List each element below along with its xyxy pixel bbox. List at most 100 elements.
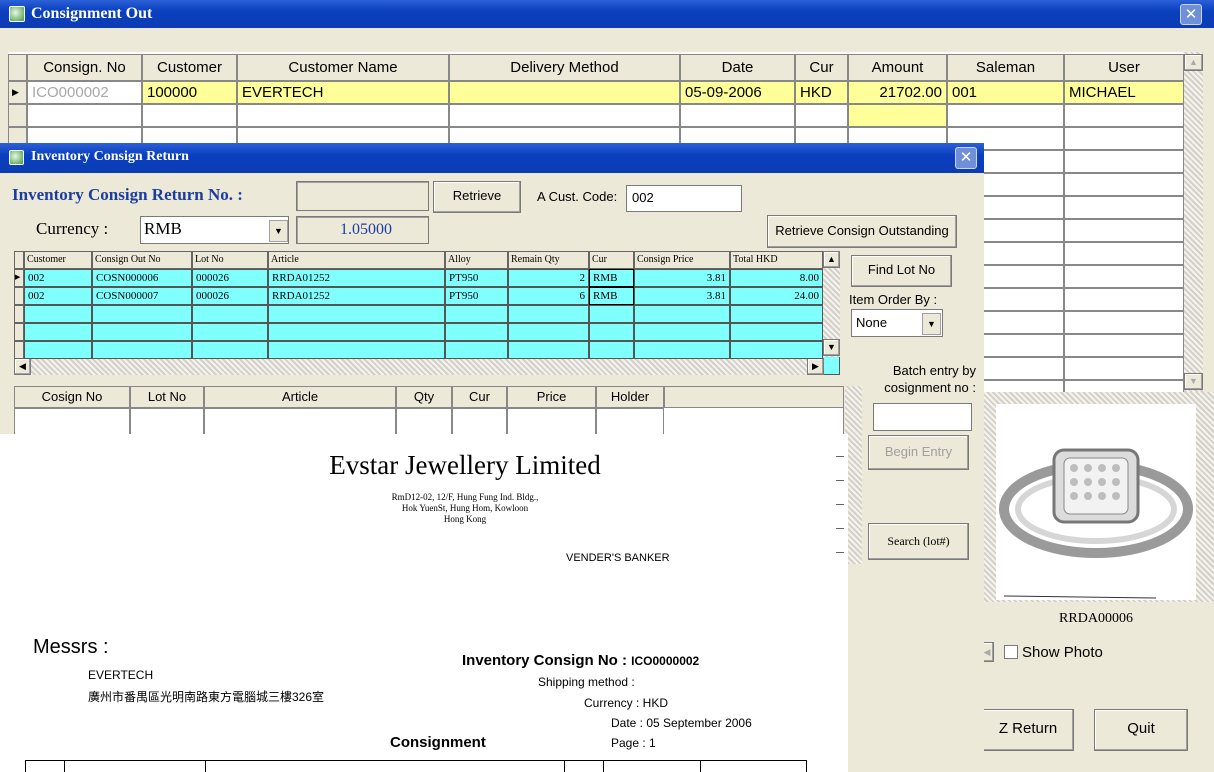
table-cell[interactable]	[449, 104, 680, 127]
grid-scroll-down-button[interactable]: ▼	[823, 339, 840, 356]
table-cell[interactable]	[1064, 196, 1184, 219]
column-header[interactable]: Qty	[396, 386, 452, 408]
table-cell[interactable]	[92, 341, 192, 359]
table-cell[interactable]: 001	[947, 81, 1064, 104]
table-cell[interactable]	[508, 323, 589, 341]
table-cell[interactable]	[589, 305, 634, 323]
table-cell[interactable]	[589, 323, 634, 341]
show-photo-checkbox[interactable]	[1004, 645, 1018, 659]
column-header[interactable]: Cosign No	[14, 386, 130, 408]
table-cell[interactable]	[848, 104, 947, 127]
column-header[interactable]: Alloy	[445, 251, 508, 269]
table-cell[interactable]	[24, 341, 92, 359]
return-close-button[interactable]: ✕	[955, 147, 977, 169]
column-header[interactable]: Lot No	[192, 251, 268, 269]
table-cell[interactable]	[634, 341, 730, 359]
table-cell[interactable]	[1064, 173, 1184, 196]
table-cell[interactable]	[24, 305, 92, 323]
column-header[interactable]: Customer Name	[237, 54, 449, 81]
table-cell[interactable]	[92, 323, 192, 341]
table-cell[interactable]: RMB	[589, 287, 634, 305]
chevron-down-icon[interactable]: ▼	[922, 313, 941, 335]
table-cell[interactable]	[680, 104, 795, 127]
table-cell[interactable]: COSN000007	[92, 287, 192, 305]
table-cell[interactable]: 8.00	[730, 269, 823, 287]
table-cell[interactable]: 000026	[192, 269, 268, 287]
table-cell[interactable]	[445, 305, 508, 323]
table-cell[interactable]	[92, 305, 192, 323]
table-cell[interactable]	[508, 305, 589, 323]
column-header[interactable]: Cur	[795, 54, 848, 81]
table-cell[interactable]: COSN000006	[92, 269, 192, 287]
table-cell[interactable]	[268, 323, 445, 341]
search-lot-button[interactable]: Search (lot#)	[868, 523, 969, 560]
table-cell[interactable]	[1064, 334, 1184, 357]
table-cell[interactable]	[1064, 265, 1184, 288]
table-cell[interactable]	[730, 305, 823, 323]
table-cell[interactable]	[449, 81, 680, 104]
item-order-select[interactable]: None ▼	[851, 309, 943, 337]
table-cell[interactable]: 000026	[192, 287, 268, 305]
table-cell[interactable]	[142, 104, 237, 127]
batch-entry-input[interactable]	[873, 403, 972, 431]
return-button[interactable]: Z Return	[982, 709, 1074, 751]
main-scroll-down-button[interactable]: ▼	[1184, 373, 1203, 390]
column-header[interactable]: Lot No	[130, 386, 204, 408]
table-cell[interactable]: PT950	[445, 269, 508, 287]
main-title-bar[interactable]	[0, 0, 1214, 28]
column-header[interactable]: Remain Qty	[508, 251, 589, 269]
table-cell[interactable]	[268, 305, 445, 323]
table-cell[interactable]	[1064, 357, 1184, 380]
table-cell[interactable]	[1064, 150, 1184, 173]
column-header[interactable]: Customer	[142, 54, 237, 81]
table-cell[interactable]	[730, 341, 823, 359]
chevron-down-icon[interactable]: ▼	[269, 220, 288, 242]
table-cell[interactable]	[730, 323, 823, 341]
retrieve-button[interactable]: Retrieve	[433, 181, 521, 213]
table-cell[interactable]: 3.81	[634, 287, 730, 305]
table-cell[interactable]	[795, 104, 848, 127]
table-cell[interactable]: 05-09-2006	[680, 81, 795, 104]
main-close-button[interactable]: ✕	[1180, 4, 1202, 25]
table-cell[interactable]	[1064, 219, 1184, 242]
main-scrollbar-track[interactable]	[1184, 52, 1203, 400]
return-no-field[interactable]	[296, 181, 429, 211]
table-cell[interactable]: 002	[24, 287, 92, 305]
table-cell[interactable]	[1064, 311, 1184, 334]
column-header[interactable]: Price	[507, 386, 596, 408]
grid-scroll-left-button[interactable]: ◀	[14, 358, 31, 375]
column-header[interactable]: User	[1064, 54, 1184, 81]
table-cell[interactable]	[589, 341, 634, 359]
table-cell[interactable]	[1064, 288, 1184, 311]
table-cell[interactable]: PT950	[445, 287, 508, 305]
table-cell[interactable]	[508, 341, 589, 359]
column-header[interactable]: Delivery Method	[449, 54, 680, 81]
table-cell[interactable]: 3.81	[634, 269, 730, 287]
table-cell[interactable]	[268, 341, 445, 359]
table-cell[interactable]: MICHAEL	[1064, 81, 1184, 104]
table-cell[interactable]	[452, 408, 507, 436]
column-header[interactable]: Article	[204, 386, 396, 408]
table-cell[interactable]	[445, 341, 508, 359]
table-cell[interactable]	[1064, 127, 1184, 150]
table-cell[interactable]: RRDA01252	[268, 287, 445, 305]
table-cell[interactable]: 21702.00	[848, 81, 947, 104]
column-header[interactable]: Consign Price	[634, 251, 730, 269]
grid-scroll-up-button[interactable]: ▲	[823, 251, 840, 268]
table-cell[interactable]	[192, 323, 268, 341]
grid-hscroll[interactable]	[14, 358, 824, 375]
column-header[interactable]: Saleman	[947, 54, 1064, 81]
column-header[interactable]: Cur	[452, 386, 507, 408]
table-cell[interactable]	[192, 341, 268, 359]
column-header[interactable]: Article	[268, 251, 445, 269]
table-cell[interactable]	[396, 408, 452, 436]
cust-code-input[interactable]: 002	[626, 185, 742, 212]
table-cell[interactable]: ICO000002	[27, 81, 142, 104]
table-cell[interactable]	[507, 408, 596, 436]
table-cell[interactable]	[192, 305, 268, 323]
table-cell[interactable]	[204, 408, 396, 436]
table-cell[interactable]: EVERTECH	[237, 81, 449, 104]
currency-select[interactable]: RMB ▼	[140, 216, 289, 244]
find-lot-button[interactable]: Find Lot No	[851, 255, 952, 287]
quit-button[interactable]: Quit	[1094, 709, 1188, 751]
